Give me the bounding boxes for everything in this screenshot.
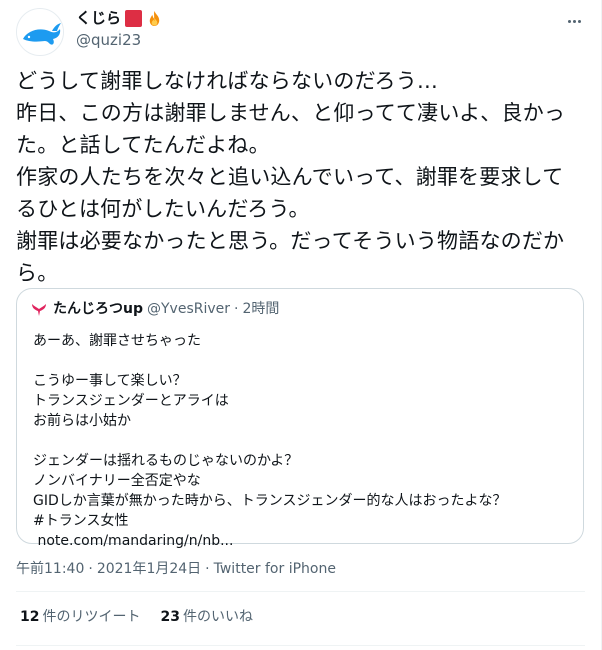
author-handle[interactable]: @quzi23	[76, 30, 163, 50]
quote-text: あーあ、謝罪させちゃった こうゆー事して楽しい？ トランスジェンダーとアライは …	[33, 333, 507, 549]
more-options-button[interactable]	[563, 10, 585, 32]
quote-separator: ·	[234, 301, 239, 317]
tweet-stats: 12 件のリツイート 23 件のいいね	[20, 607, 253, 627]
quoted-tweet-header: たんじろつup @YvesRiver · 2時間	[29, 299, 279, 319]
more-dot	[577, 19, 581, 23]
fire-emoji-icon	[149, 10, 160, 26]
quote-avatar[interactable]	[29, 299, 49, 319]
more-dot	[572, 19, 576, 23]
tweet-detail: くじら @quzi23 どうして謝罪しなければならないのだろう… 昨日、この方は…	[0, 0, 602, 650]
tweet-date[interactable]: 2021年1月24日	[97, 561, 201, 577]
quote-handle: @YvesRiver	[147, 301, 231, 317]
divider	[16, 591, 585, 592]
divider	[16, 645, 585, 646]
tweet-time[interactable]: 午前11:40	[16, 561, 84, 577]
quoted-tweet[interactable]: たんじろつup @YvesRiver · 2時間 あーあ、謝罪させちゃった こう…	[16, 288, 584, 549]
red-whale-tail-icon	[32, 304, 46, 316]
author-info: くじら @quzi23	[76, 8, 163, 50]
tweet-source[interactable]: Twitter for iPhone	[214, 561, 336, 577]
retweets-count: 12	[20, 609, 40, 625]
likes-label: 件のいいね	[182, 609, 253, 625]
author-display-name[interactable]: くじら	[76, 8, 163, 28]
quote-display-name: たんじろつup	[53, 301, 143, 317]
retweets-stat[interactable]: 12 件のリツイート	[20, 607, 140, 627]
likes-count: 23	[160, 609, 180, 625]
likes-stat[interactable]: 23 件のいいね	[160, 607, 252, 627]
quote-time[interactable]: 2時間	[242, 299, 279, 319]
retweets-label: 件のリツイート	[42, 609, 141, 625]
meta-separator: ·	[88, 561, 93, 577]
whale-avatar-icon	[17, 9, 63, 55]
author-name-text: くじら	[76, 9, 122, 27]
red-square-emoji-icon	[125, 9, 143, 27]
tweet-text: どうして謝罪しなければならないのだろう… 昨日、この方は謝罪しません、と仰ってて…	[16, 69, 566, 285]
meta-separator: ·	[205, 561, 210, 577]
author-avatar[interactable]	[16, 8, 64, 56]
tweet-metadata: 午前11:40 · 2021年1月24日 · Twitter for iPhone	[16, 559, 336, 579]
more-horizontal-icon	[567, 19, 571, 23]
